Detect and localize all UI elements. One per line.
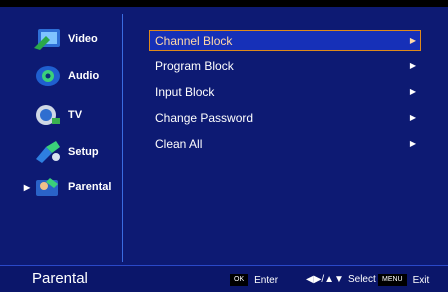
menu-item-input-block[interactable]: Input Block ▶ xyxy=(150,82,420,101)
select-hint-label: Select xyxy=(347,274,376,285)
audio-icon xyxy=(32,63,64,89)
top-band xyxy=(0,0,448,7)
sidebar-item-label: Setup xyxy=(68,146,99,158)
navigation-arrows-icon: ◀▶/▲▼ xyxy=(306,274,344,285)
parental-icon xyxy=(32,174,64,200)
setup-icon xyxy=(32,139,64,165)
sidebar-item-label: Audio xyxy=(68,70,100,82)
active-indicator-icon: ▶ xyxy=(23,182,31,192)
menu-item-label: Program Block xyxy=(155,58,234,73)
exit-hint-label: Exit xyxy=(412,274,430,286)
menu-item-channel-block[interactable]: Channel Block ▶ xyxy=(149,30,421,51)
ok-key-badge: OK xyxy=(230,274,249,286)
menu-item-change-password[interactable]: Change Password ▶ xyxy=(150,108,420,127)
sidebar-item-parental[interactable]: ▶ Parental xyxy=(22,172,122,202)
sidebar-item-label: TV xyxy=(68,109,83,121)
tv-settings-screen: Video Audio TV Setup ▶ Parental Channel … xyxy=(0,0,448,292)
enter-hint: OK Enter xyxy=(230,274,278,286)
sidebar-item-video[interactable]: Video xyxy=(22,24,122,54)
menu-item-clean-all[interactable]: Clean All ▶ xyxy=(150,134,420,153)
chevron-right-icon: ▶ xyxy=(409,139,417,148)
chevron-right-icon: ▶ xyxy=(409,61,417,70)
chevron-right-icon: ▶ xyxy=(409,36,417,45)
sidebar-item-audio[interactable]: Audio xyxy=(22,61,122,91)
video-icon xyxy=(32,26,64,52)
menu-item-label: Change Password xyxy=(155,110,254,125)
chevron-right-icon: ▶ xyxy=(409,113,417,122)
menu-key-badge: MENU xyxy=(378,274,407,286)
status-bar: Parental OK Enter ◀▶/▲▼ Select MENU Exit xyxy=(0,265,448,292)
menu-item-program-block[interactable]: Program Block ▶ xyxy=(150,56,420,75)
sidebar-divider xyxy=(122,14,123,262)
menu-item-label: Channel Block xyxy=(155,33,233,48)
menu-item-label: Clean All xyxy=(155,136,203,151)
exit-hint: MENU Exit xyxy=(378,274,429,286)
select-hint: ◀▶/▲▼ Select xyxy=(306,274,376,285)
chevron-right-icon: ▶ xyxy=(409,87,417,96)
sidebar-item-setup[interactable]: Setup xyxy=(22,137,122,167)
sidebar-item-label: Parental xyxy=(68,181,112,193)
enter-hint-label: Enter xyxy=(254,274,279,286)
sidebar-item-tv[interactable]: TV xyxy=(22,100,122,130)
page-title: Parental xyxy=(32,270,88,287)
tv-icon xyxy=(32,102,64,128)
menu-item-label: Input Block xyxy=(155,84,215,99)
sidebar-item-label: Video xyxy=(68,33,98,45)
